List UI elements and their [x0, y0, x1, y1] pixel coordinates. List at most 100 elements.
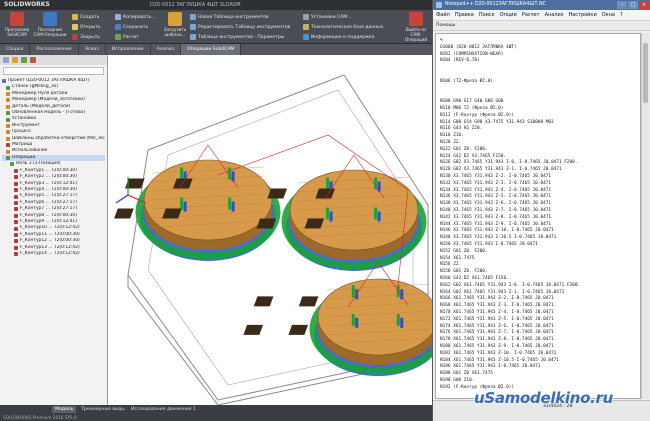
- notepad-title: Notepad++ D20-0012ЗАГЛУШКА4ШТ.NC: [445, 2, 546, 7]
- tool-table-param-button[interactable]: Таблица инструментов - Параметры: [190, 34, 284, 40]
- code-line: N138 X3.7465 Y31.943 Z-6. I-0.7465 J0.04…: [440, 201, 552, 207]
- code-line: N178 X61.7465 Y31.943 Z-8. I-0.7465 J0.0…: [440, 337, 554, 343]
- code-line: N182 X61.7465 Y31.943 Z-10. I-0.7465 J0.…: [440, 350, 557, 356]
- tab-3d-views[interactable]: Трехмерные виды: [78, 406, 128, 413]
- tool-table-icon: [190, 14, 196, 20]
- load-template-button[interactable]: Загрузить шаблон...: [164, 12, 186, 37]
- tab-assembly[interactable]: Сборка: [0, 44, 31, 55]
- code-line: N104 (REV-0.70): [440, 58, 480, 64]
- feature-manager-icon[interactable]: [3, 57, 9, 63]
- disk-3-tool-blue: [355, 317, 359, 328]
- copy-button[interactable]: Копировать...: [115, 14, 155, 20]
- graphics-viewport[interactable]: [108, 55, 432, 405]
- code-line: N160 G42 D2 X61.7465 F150.: [440, 276, 509, 281]
- exit-cam-label: Выйти из CAM-Операций: [404, 27, 428, 42]
- code-editor[interactable]: % O1000 (D20-0012 ЗАГЛУШКА 4ШТ) N102 (COMP…: [435, 33, 641, 399]
- tab-layout[interactable]: Расположение: [30, 44, 79, 55]
- menu-item[interactable]: Поиск: [479, 10, 495, 20]
- load-template-label: Загрузить шаблон...: [163, 27, 187, 37]
- menu-item[interactable]: Расчет: [522, 10, 540, 20]
- tree-item-icon: [6, 136, 10, 141]
- template-icon: [168, 12, 182, 26]
- solidcam-icon: [10, 12, 24, 26]
- code-line: N132 X3.7465 Y31.943 Z-3. I-0.7465 J0.04…: [440, 180, 552, 186]
- recent-cam-label: Последние CAM-Операции: [33, 27, 67, 37]
- property-manager-icon[interactable]: [12, 57, 18, 63]
- close-button[interactable]: Закрыть: [72, 34, 100, 40]
- bottom-bar: Модель Трехмерные виды Исследования движ…: [0, 405, 432, 421]
- info-help-button[interactable]: Информация и поддержка: [303, 34, 374, 40]
- code-line: N128 G02 X3.7465 Y31.943 Z-1. I-0.7465 J…: [440, 167, 562, 173]
- code-line: N114 G00 G54 G90 X3.7475 Y31.943 S10000 …: [440, 119, 554, 125]
- code-line: N122 G01 Z0. F200.: [440, 146, 488, 152]
- window-controls: – □ ×: [617, 1, 649, 9]
- menu-item[interactable]: Правка: [455, 10, 474, 20]
- tree-item-icon: [14, 181, 18, 186]
- tech-db-button[interactable]: Технологическая база данных: [303, 24, 383, 30]
- notepad-titlebar: Notepad++ D20-0012ЗАГЛУШКА4ШТ.NC – □ ×: [433, 0, 650, 10]
- solidworks-logo: SOLIDWORKS: [4, 1, 50, 8]
- menu-item[interactable]: ?: [620, 10, 623, 20]
- solidcam-program-button[interactable]: Программа SolidCAM: [3, 12, 31, 37]
- menu-item[interactable]: Анализ: [545, 10, 564, 20]
- code-line: N120 Z2.: [440, 140, 462, 145]
- tree-item-icon: [6, 92, 10, 97]
- code-line: N126 G02 X3.7465 Y31.943 I-0. I-0.7465 J…: [440, 160, 578, 166]
- install-cam-label: Установки CAM...: [311, 14, 352, 20]
- notepad-window: Notepad++ D20-0012ЗАГЛУШКА4ШТ.NC – □ × Ф…: [432, 0, 650, 421]
- code-line: N156 Z2.: [440, 262, 462, 268]
- maximize-button[interactable]: □: [628, 1, 638, 9]
- tree-item-icon: [14, 194, 18, 199]
- code-line: N186 X61.7465 Y31.943 I-0.7465 J0.0471: [440, 364, 541, 370]
- tab-model[interactable]: Модель: [52, 406, 77, 413]
- menu-bar: Файл Правка Поиск Опции Расчет Анализ Настройк…: [433, 10, 650, 21]
- vertical-scrollbar[interactable]: [641, 33, 649, 399]
- command-tabs: Сборка Расположение Эскиз Исправление Ан…: [0, 44, 432, 55]
- recent-cam-button[interactable]: Последние CAM-Операции: [33, 12, 67, 37]
- tree-item-icon: [14, 226, 18, 231]
- menu-item[interactable]: Опции: [500, 10, 517, 20]
- tree-item-icon: [6, 143, 10, 148]
- scrollbar-thumb[interactable]: [643, 43, 648, 103]
- install-cam-button[interactable]: Установки CAM...: [303, 14, 351, 20]
- menu-item[interactable]: Файл: [436, 10, 450, 20]
- exit-cam-button[interactable]: Выйти из CAM-Операций: [402, 12, 430, 42]
- code-line: N162 G02 X61.7465 Y31.943 I-0. I-0.7465 …: [440, 282, 581, 288]
- solidcam-program-label: Программа SolidCAM: [4, 27, 30, 37]
- cam-manager-icon[interactable]: [30, 57, 36, 63]
- tree-item-icon: [14, 232, 18, 237]
- code-line: N170 X61.7465 Y31.943 Z-4. I-0.7465 J0.0…: [440, 310, 554, 315]
- tab-motion-study[interactable]: Исследования движения 1: [128, 406, 199, 413]
- tab-fix[interactable]: Исправление: [106, 44, 151, 55]
- tab-sketch[interactable]: Эскиз: [79, 44, 106, 55]
- tree-item-icon: [14, 188, 18, 193]
- disk-1-tool-green: [180, 197, 184, 210]
- save-button[interactable]: Сохранить: [115, 24, 148, 30]
- config-manager-icon[interactable]: [21, 57, 27, 63]
- close-button[interactable]: ×: [639, 1, 649, 9]
- tab-analysis[interactable]: Анализ: [151, 44, 182, 55]
- disk-2-tool-blue: [377, 211, 381, 222]
- edit-tool-table-button[interactable]: Редактировать Таблицу инструментов: [190, 24, 290, 30]
- code-line: N188 G01 Z0 X61.7475: [440, 371, 493, 377]
- new-tool-table-button[interactable]: Новая Таблица инструментов: [190, 14, 269, 20]
- help-bar[interactable]: Помощь: [433, 21, 650, 31]
- disk-2-tool-blue: [377, 181, 381, 192]
- tab-solidcam-operations[interactable]: Операции SolidCAM: [181, 44, 242, 55]
- code-line: N190 G00 Z10.: [440, 378, 475, 383]
- code-line: N102 (COMPENSATION-WEAR): [440, 51, 504, 57]
- code-line: N174 X61.7465 Y31.943 Z-6. I-0.7465 J0.0…: [440, 323, 554, 329]
- tree-filter-input[interactable]: [3, 67, 104, 75]
- calc-button[interactable]: Расчет: [115, 34, 139, 40]
- open-button[interactable]: Открыть: [72, 24, 101, 30]
- code-line: N166 X61.7465 Y31.943 Z-2. I-0.7465 J0.0…: [440, 296, 554, 302]
- create-button[interactable]: Создать: [72, 14, 99, 20]
- disk-3-tool-green: [351, 285, 355, 298]
- disk-2-tool-green: [374, 207, 378, 220]
- menu-item[interactable]: Окна: [602, 10, 615, 20]
- disk-1-tool-blue: [183, 201, 187, 212]
- menu-item[interactable]: Настройки: [568, 10, 596, 20]
- tree-item[interactable]: F_Контур14 ... T2(0:12:42): [2, 251, 105, 257]
- minimize-button[interactable]: –: [617, 1, 627, 9]
- edit-tool-table-label: Редактировать Таблицу инструментов: [198, 24, 291, 30]
